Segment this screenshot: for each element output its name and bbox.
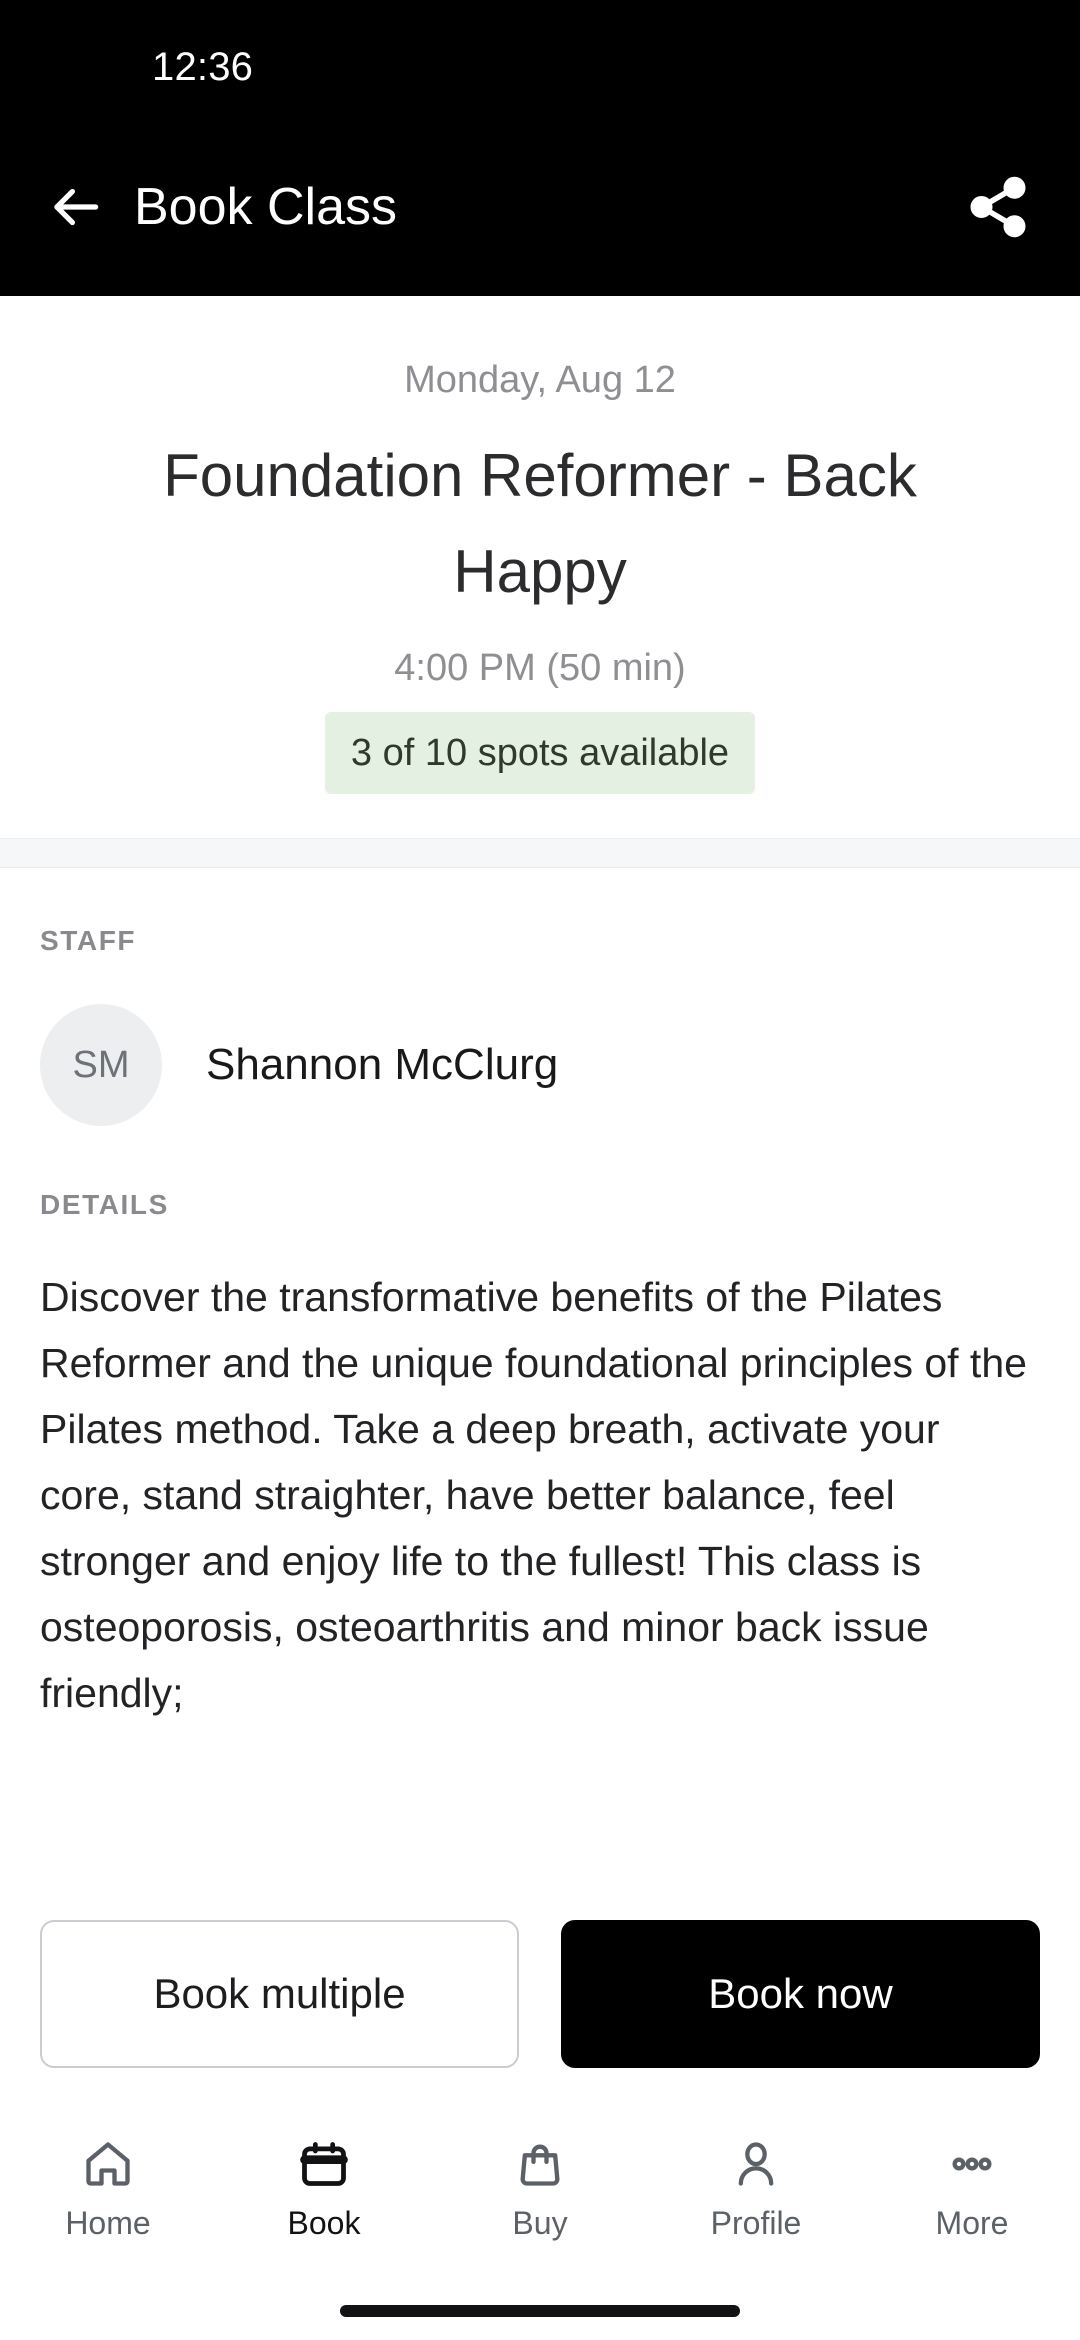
nav-label-home: Home xyxy=(65,2205,151,2241)
book-multiple-button[interactable]: Book multiple xyxy=(40,1920,519,2068)
avatar: SM xyxy=(40,1004,162,1126)
class-title: Foundation Reformer - Back Happy xyxy=(163,442,917,605)
section-divider xyxy=(0,838,1080,868)
calendar-icon xyxy=(298,2136,350,2192)
person-icon xyxy=(730,2136,782,2192)
nav-item-profile[interactable]: Profile xyxy=(648,2136,864,2242)
action-buttons: Book multiple Book now xyxy=(0,1920,1080,2068)
bag-icon xyxy=(514,2136,566,2192)
dots-icon xyxy=(946,2136,998,2192)
class-details-content: STAFF SM Shannon McClurg DETAILS Discove… xyxy=(0,868,1080,1870)
status-bar: 12:36 xyxy=(0,0,1080,118)
home-icon xyxy=(82,2136,134,2192)
back-button[interactable] xyxy=(44,172,114,242)
spots-available-badge: 3 of 10 spots available xyxy=(324,712,756,794)
nav-label-book: Book xyxy=(287,2205,361,2241)
page-title: Book Class xyxy=(134,178,397,236)
class-time: 4:00 PM (50 min) xyxy=(394,647,686,689)
nav-item-book[interactable]: Book xyxy=(216,2136,432,2242)
class-date: Monday, Aug 12 xyxy=(404,359,676,401)
nav-label-buy: Buy xyxy=(512,2205,568,2241)
nav-label-profile: Profile xyxy=(710,2205,802,2241)
app-screen: 12:36 Book Class Monday, Aug 12 Foundati… xyxy=(0,0,1080,2340)
staff-section-label: STAFF xyxy=(40,925,137,956)
staff-name: Shannon McClurg xyxy=(206,1040,559,1089)
nav-label-more: More xyxy=(935,2205,1009,2241)
nav-item-home[interactable]: Home xyxy=(0,2136,216,2242)
class-header: Monday, Aug 12 Foundation Reformer - Bac… xyxy=(0,296,1080,838)
app-bar: Book Class xyxy=(0,118,1080,296)
nav-item-buy[interactable]: Buy xyxy=(432,2136,648,2242)
home-indicator[interactable] xyxy=(340,2305,740,2317)
details-section-label: DETAILS xyxy=(40,1189,169,1220)
share-button[interactable] xyxy=(960,169,1036,245)
nav-item-more[interactable]: More xyxy=(864,2136,1080,2242)
bottom-navigation: Home Book Buy Profile More xyxy=(0,2114,1080,2282)
arrow-left-icon xyxy=(54,188,99,226)
staff-row[interactable]: SM Shannon McClurg xyxy=(40,1004,1040,1126)
share-icon xyxy=(970,176,1026,238)
home-indicator-area xyxy=(0,2282,1080,2340)
status-bar-clock: 12:36 xyxy=(152,45,254,89)
book-now-button[interactable]: Book now xyxy=(561,1920,1040,2068)
details-description: Discover the transformative benefits of … xyxy=(40,1274,1027,1716)
